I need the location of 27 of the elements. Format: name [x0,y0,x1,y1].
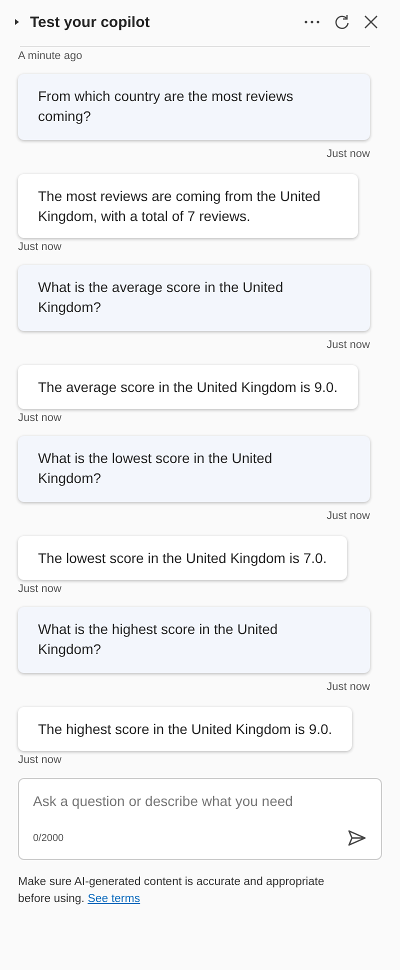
bot-message: The most reviews are coming from the United Kingdom, with a total of 7 reviews. [18,174,358,238]
timestamp: Just now [18,240,62,255]
timestamp: Just now [18,753,62,768]
disclaimer-text: Make sure AI-generated content is accurate and appropriate before using. See terms [18,875,326,907]
character-counter: 0/2000 [33,832,64,844]
timestamp: Just now [326,147,370,162]
timestamp: Just now [18,411,62,426]
bot-message: The lowest score in the United Kingdom is 7.0. [18,536,347,580]
panel-title: Test your copilot [30,14,150,30]
send-icon[interactable] [347,829,367,847]
refresh-icon[interactable] [334,14,350,30]
user-message: What is the highest score in the United Kingdom? [18,607,370,673]
message-input-field[interactable]: Ask a question or describe what you need [33,793,367,809]
expand-caret-icon[interactable] [14,18,20,26]
bot-message: The average score in the United Kingdom is 9.0. [18,365,358,409]
timestamp: Just now [326,680,370,695]
user-message: What is the lowest score in the United Kingdom? [18,436,370,502]
bot-message: The highest score in the United Kingdom is 9.0. [18,707,352,751]
timestamp: Just now [326,509,370,524]
see-terms-link[interactable]: See terms [88,893,140,905]
user-message: From which country are the most reviews coming? [18,74,370,140]
timestamp: A minute ago [18,49,84,64]
close-icon[interactable] [364,15,378,29]
timestamp: Just now [326,338,370,353]
user-message: What is the average score in the United Kingdom? [18,265,370,331]
more-options-icon[interactable] [304,20,320,24]
timestamp: Just now [18,582,62,597]
